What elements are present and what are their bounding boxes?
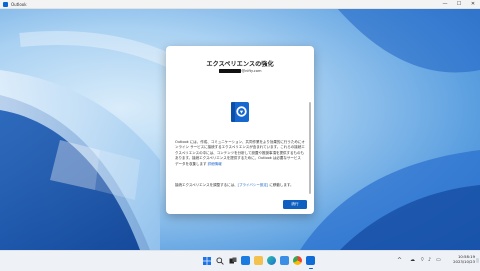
show-desktop-button[interactable] [476, 258, 479, 263]
windows-start-icon[interactable] [202, 256, 211, 265]
learn-more-link[interactable]: 詳細情報 [208, 162, 222, 166]
clock-date: 2023/10/23 [453, 259, 475, 264]
folder-icon[interactable] [254, 256, 263, 265]
close-button[interactable]: ✕ [466, 0, 480, 8]
edge-icon[interactable] [267, 256, 276, 265]
redacted-email [218, 69, 241, 73]
account-row: @nifty.com [166, 69, 314, 73]
description-text: Outlook には、作成、コミュニケーション、共同作業をより効果的に行うために… [175, 140, 305, 166]
taskbar-clock[interactable]: 10:58:19 2023/10/23 [445, 254, 475, 264]
volume-icon[interactable]: ♪ [428, 257, 431, 263]
onedrive-icon[interactable]: ☁ [410, 257, 415, 263]
taskbar: ^ ☁ ⌔ ♪ ▭ 10:58:19 2023/10/23 [0, 250, 480, 271]
window-title: Outlook [11, 1, 27, 7]
privacy-dialog: エクスペリエンスの強化 @nifty.com Outlook には、作成、コミュ… [166, 46, 314, 214]
store-icon[interactable] [280, 256, 289, 265]
privacy-settings-link[interactable]: [プライバシー設定] [238, 183, 269, 187]
settings-text-prefix: 接続エクスペリエンスを調整するには、 [175, 183, 238, 187]
task-view-icon[interactable] [228, 256, 237, 265]
next-button[interactable]: 続行 [283, 200, 307, 209]
widgets-icon[interactable] [241, 256, 250, 265]
outlook-icon[interactable] [306, 256, 315, 265]
maximize-button[interactable]: ☐ [452, 0, 466, 8]
minimize-button[interactable]: — [438, 0, 452, 8]
outlook-app-icon [3, 1, 8, 7]
connected-experiences-icon [231, 102, 249, 122]
wifi-icon[interactable]: ⌔ [420, 257, 425, 263]
battery-icon[interactable]: ▭ [436, 257, 441, 263]
active-app-indicator [308, 268, 313, 270]
window-titlebar: Outlook — ☐ ✕ [0, 0, 480, 9]
account-domain: @nifty.com [241, 69, 262, 73]
tray-chevron-icon[interactable]: ^ [397, 257, 402, 264]
dialog-title: エクスペリエンスの強化 [206, 61, 274, 68]
settings-text-suffix: に移動します。 [268, 183, 294, 187]
chrome-icon[interactable] [293, 256, 302, 265]
description-paragraph: Outlook には、作成、コミュニケーション、共同作業をより効果的に行うために… [175, 140, 305, 167]
settings-paragraph: 接続エクスペリエンスを調整するには、[プライバシー設定] に移動します。 [175, 183, 305, 188]
dialog-scrollbar[interactable] [309, 102, 311, 194]
search-icon[interactable] [215, 256, 224, 265]
